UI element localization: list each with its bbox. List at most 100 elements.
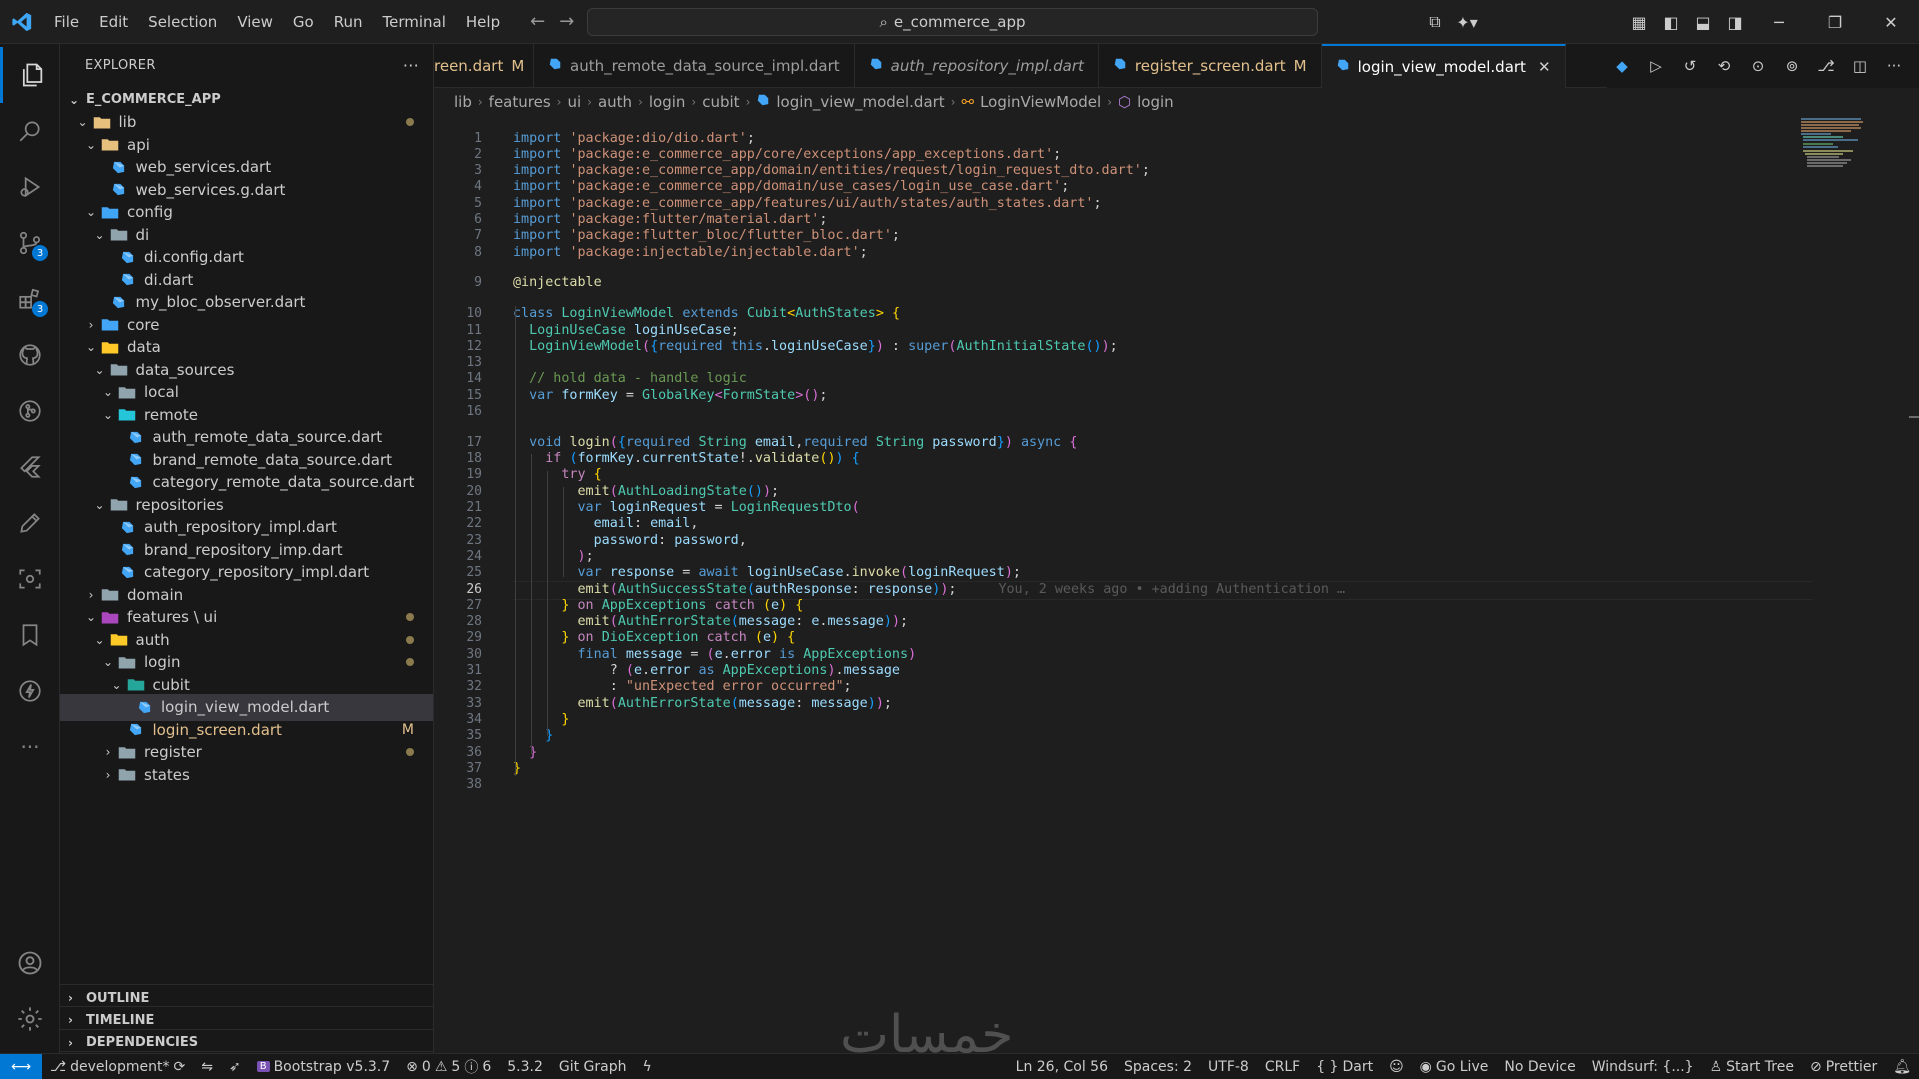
back-arrow-icon[interactable]: ←: [530, 11, 545, 32]
rocket-icon[interactable]: ➶: [221, 1059, 249, 1075]
open-external-icon[interactable]: ⧉: [1419, 0, 1451, 44]
prettier-status[interactable]: ⊘ Prettier: [1802, 1059, 1885, 1075]
code-line[interactable]: // hold data - handle logic: [513, 371, 747, 386]
code-line[interactable]: class LoginViewModel extends Cubit<AuthS…: [513, 306, 900, 321]
code-line[interactable]: );: [513, 549, 594, 564]
git-icon[interactable]: ⎇: [1811, 51, 1841, 81]
source-control-icon[interactable]: 3: [0, 215, 60, 271]
edit-pen-icon[interactable]: [0, 495, 60, 551]
code-line[interactable]: final message = (e.error is AppException…: [513, 647, 917, 662]
code-line[interactable]: import 'package:e_commerce_app/features/…: [513, 196, 1102, 211]
menu-selection[interactable]: Selection: [138, 0, 227, 44]
code-line[interactable]: }: [513, 745, 537, 760]
code-line[interactable]: emit(AuthErrorState(message: message));: [513, 696, 892, 711]
notifications-bell-icon[interactable]: 🔔︎: [1885, 1059, 1919, 1075]
customize-layout-icon[interactable]: ▦: [1623, 0, 1655, 44]
breadcrumb-item[interactable]: login_view_model.dart: [776, 93, 944, 111]
copilot-icon[interactable]: ✦▾: [1451, 0, 1483, 44]
code-line[interactable]: import 'package:e_commerce_app/domain/en…: [513, 163, 1150, 178]
encoding[interactable]: UTF-8: [1200, 1059, 1257, 1075]
run-debug-icon[interactable]: [0, 159, 60, 215]
cursor-position[interactable]: Ln 26, Col 56: [1008, 1059, 1116, 1075]
breadcrumb-item[interactable]: ui: [567, 93, 581, 111]
remote-indicator-icon[interactable]: ⟷: [0, 1053, 42, 1079]
indentation[interactable]: Spaces: 2: [1116, 1059, 1200, 1075]
menu-terminal[interactable]: Terminal: [373, 0, 456, 44]
code-line[interactable]: var response = await loginUseCase.invoke…: [513, 565, 1021, 580]
code-line[interactable]: var loginRequest = LoginRequestDto(: [513, 500, 860, 515]
close-window-button[interactable]: ✕: [1863, 0, 1919, 44]
menu-file[interactable]: File: [44, 0, 89, 44]
code-line[interactable]: import 'package:e_commerce_app/core/exce…: [513, 147, 1061, 162]
breadcrumb-item[interactable]: features: [489, 93, 551, 111]
github-icon[interactable]: [0, 327, 60, 383]
editor-tab[interactable]: auth_repository_impl.dart: [855, 44, 1099, 88]
lightning-icon[interactable]: [0, 663, 60, 719]
menu-run[interactable]: Run: [324, 0, 373, 44]
extensions-icon[interactable]: 3: [0, 271, 60, 327]
code-line[interactable]: import 'package:injectable/injectable.da…: [513, 245, 868, 260]
code-line[interactable]: import 'package:flutter/material.dart';: [513, 212, 827, 227]
toggle-secondary-sidebar-icon[interactable]: ◨: [1719, 0, 1751, 44]
timeline-history-icon[interactable]: ↺: [1675, 51, 1705, 81]
previous-change-icon[interactable]: ⊙: [1743, 51, 1773, 81]
search-icon[interactable]: [0, 103, 60, 159]
code-line[interactable]: LoginViewModel({required this.loginUseCa…: [513, 339, 1118, 354]
toggle-panel-icon[interactable]: ⬓: [1687, 0, 1719, 44]
minimize-button[interactable]: ─: [1751, 0, 1807, 44]
code-line[interactable]: email: email,: [513, 516, 699, 531]
editor-scrollbar[interactable]: [1905, 116, 1919, 1053]
account-icon[interactable]: [0, 935, 60, 991]
minimap[interactable]: [1799, 116, 1879, 196]
screenshot-icon[interactable]: [0, 551, 60, 607]
branch-status[interactable]: ⎇ development* ⟳: [42, 1059, 193, 1075]
version-status[interactable]: 5.3.2: [499, 1059, 551, 1075]
tree-folder[interactable]: › states: [60, 761, 433, 788]
code-line[interactable]: if (formKey.currentState!.validate()) {: [513, 451, 859, 466]
explorer-icon[interactable]: [0, 47, 60, 103]
breadcrumb-item[interactable]: login: [649, 93, 686, 111]
settings-gear-icon[interactable]: [0, 991, 60, 1047]
lightning-status-icon[interactable]: ϟ: [634, 1059, 659, 1075]
section-dependencies[interactable]: › DEPENDENCIES: [60, 1028, 433, 1053]
code-line[interactable]: password: password,: [513, 533, 747, 548]
breadcrumb-item[interactable]: auth: [598, 93, 632, 111]
more-actions-icon[interactable]: ···: [1879, 51, 1909, 81]
bookmark-icon[interactable]: [0, 607, 60, 663]
editor-tab[interactable]: register_screen.dart M: [1099, 44, 1322, 88]
end-of-line[interactable]: CRLF: [1257, 1059, 1308, 1075]
code-line[interactable]: import 'package:flutter_bloc/flutter_blo…: [513, 228, 900, 243]
menu-view[interactable]: View: [227, 0, 283, 44]
code-line[interactable]: void login({required String email,requir…: [513, 435, 1077, 450]
run-icon[interactable]: ▷: [1641, 51, 1671, 81]
code-editor[interactable]: 1 import 'package:dio/dio.dart'; 2 import '…: [434, 116, 1919, 1053]
menu-go[interactable]: Go: [283, 0, 324, 44]
editor-tab[interactable]: login_view_model.dart ✕: [1321, 44, 1566, 88]
forward-arrow-icon[interactable]: →: [559, 11, 574, 32]
bootstrap-status[interactable]: B Bootstrap v5.3.7: [249, 1059, 398, 1075]
explorer-more-icon[interactable]: ···: [403, 56, 419, 75]
windsurf-status[interactable]: Windsurf: {...}: [1584, 1059, 1702, 1075]
restore-button[interactable]: ❐: [1807, 0, 1863, 44]
code-line[interactable]: try {: [513, 467, 601, 482]
code-line[interactable]: }: [513, 712, 569, 727]
git-graph-icon[interactable]: [0, 383, 60, 439]
code-line[interactable]: import 'package:dio/dio.dart';: [513, 131, 755, 146]
copilot-status-icon[interactable]: ☺: [1381, 1059, 1412, 1075]
editor-tab[interactable]: auth_remote_data_source_impl.dart: [534, 44, 855, 88]
start-tree-status[interactable]: ♙ Start Tree: [1702, 1059, 1802, 1075]
code-line[interactable]: emit(AuthSuccessState(authResponse: resp…: [513, 582, 1346, 597]
compare-changes-icon[interactable]: ⟲: [1709, 51, 1739, 81]
more-icon[interactable]: ···: [0, 719, 60, 775]
breadcrumb-item[interactable]: lib: [454, 93, 472, 111]
breadcrumb-item[interactable]: cubit: [702, 93, 739, 111]
breadcrumb-item[interactable]: login: [1137, 93, 1174, 111]
flutter-run-icon[interactable]: ◆: [1607, 51, 1637, 81]
problems-status[interactable]: ⊗ 0 ⚠ 5 ⓘ 6: [398, 1057, 499, 1077]
editor-tab[interactable]: reen.dart M: [434, 44, 534, 88]
git-graph-status[interactable]: Git Graph: [551, 1059, 635, 1075]
code-line[interactable]: emit(AuthErrorState(message: e.message))…: [513, 614, 909, 629]
menu-edit[interactable]: Edit: [89, 0, 138, 44]
code-line[interactable]: @injectable: [513, 275, 602, 290]
split-editor-icon[interactable]: ◫: [1845, 51, 1875, 81]
